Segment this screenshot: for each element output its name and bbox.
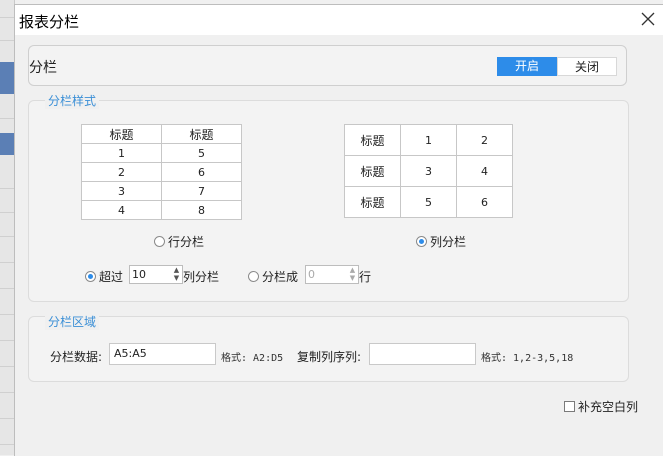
sheet-gridline	[0, 262, 14, 263]
enable-button[interactable]: 开启	[497, 57, 557, 76]
column-split-radio[interactable]: 列分栏	[416, 233, 466, 250]
table-cell: 2	[456, 124, 513, 156]
exceed-count-value: 10	[132, 268, 146, 281]
table-cell: 1	[400, 124, 457, 156]
table-row: 标题 3 4	[344, 155, 513, 187]
table-cell: 2	[81, 162, 162, 182]
column-area-title: 分栏区域	[45, 313, 100, 330]
exceed-count-stepper[interactable]: 10 ▲ ▼	[129, 265, 183, 284]
stepper-arrows-icon[interactable]: ▲ ▼	[347, 266, 358, 283]
stepper-arrows-icon[interactable]: ▲ ▼	[171, 266, 182, 283]
sheet-gridline	[0, 366, 14, 367]
exceed-radio[interactable]: 超过	[85, 268, 123, 285]
column-data-format-hint: 格式: A2:D5	[221, 353, 284, 364]
table-row: 1 5	[81, 143, 242, 163]
table-cell: 标题	[81, 124, 162, 144]
radio-dot	[154, 236, 165, 247]
table-cell: 3	[81, 181, 162, 201]
dialog-title: 报表分栏	[19, 13, 80, 31]
table-cell: 8	[161, 200, 242, 220]
table-cell: 1	[81, 143, 162, 163]
split-rows-stepper[interactable]: 0 ▲ ▼	[305, 265, 359, 284]
sheet-gridline	[0, 314, 14, 315]
radio-dot	[85, 271, 96, 282]
fill-empty-columns-label: 补充空白列	[578, 400, 639, 414]
column-split-preview: 标题 1 2 标题 3 4 标题 5 6	[344, 124, 513, 218]
toggle-section: 分栏 开启 关闭	[28, 45, 627, 86]
table-cell: 标题	[344, 186, 401, 218]
table-cell: 6	[161, 162, 242, 182]
table-row: 2 6	[81, 162, 242, 182]
split-into-radio[interactable]: 分栏成	[248, 268, 298, 285]
column-split-label: 分栏	[29, 60, 57, 76]
sheet-selected-band	[0, 133, 14, 155]
fill-empty-columns-checkbox[interactable]: 补充空白列	[564, 398, 638, 415]
checkbox-box	[564, 401, 575, 412]
table-cell: 3	[400, 155, 457, 187]
sheet-gridline	[0, 236, 14, 237]
column-data-input[interactable]: A5:A5	[109, 343, 216, 365]
table-row: 3 7	[81, 181, 242, 201]
table-cell: 5	[161, 143, 242, 163]
table-row: 4 8	[81, 200, 242, 220]
radio-dot	[416, 236, 427, 247]
sheet-gridline	[0, 444, 14, 445]
sheet-gridline	[0, 340, 14, 341]
table-cell: 标题	[344, 124, 401, 156]
sheet-gridline	[0, 212, 14, 213]
column-split-option-label: 列分栏	[430, 235, 467, 249]
sheet-selected-band	[0, 62, 14, 94]
table-cell: 4	[456, 155, 513, 187]
sheet-gridline	[0, 418, 14, 419]
table-cell: 标题	[344, 155, 401, 187]
background-sheet-strip	[0, 0, 15, 455]
split-into-label: 分栏成	[262, 270, 299, 284]
exceed-label: 超过	[99, 270, 124, 284]
copy-sequence-input[interactable]	[369, 343, 476, 365]
table-row: 标题 5 6	[344, 186, 513, 218]
table-row: 标题 1 2	[344, 124, 513, 156]
sheet-gridline	[0, 17, 14, 18]
split-suffix: 行	[359, 270, 372, 284]
table-cell: 6	[456, 186, 513, 218]
sheet-gridline	[0, 40, 14, 41]
table-cell: 7	[161, 181, 242, 201]
copy-sequence-format-hint: 格式: 1,2-3,5,18	[481, 353, 574, 364]
radio-dot	[248, 271, 259, 282]
row-split-preview: 标题 标题 1 5 2 6 3 7 4 8	[81, 124, 242, 220]
table-row: 标题 标题	[81, 124, 242, 144]
table-cell: 标题	[161, 124, 242, 144]
sheet-gridline	[0, 392, 14, 393]
row-split-label: 行分栏	[168, 235, 205, 249]
close-icon[interactable]	[638, 9, 658, 29]
disable-button[interactable]: 关闭	[557, 57, 617, 76]
sheet-gridline	[0, 118, 14, 119]
table-cell: 5	[400, 186, 457, 218]
table-cell: 4	[81, 200, 162, 220]
row-split-radio[interactable]: 行分栏	[154, 233, 204, 250]
column-data-label: 分栏数据:	[50, 350, 103, 364]
exceed-suffix: 列分栏	[183, 270, 220, 284]
sheet-gridline	[0, 288, 14, 289]
split-rows-value: 0	[308, 268, 315, 281]
column-style-title: 分栏样式	[45, 92, 100, 109]
dialog-titlebar: 报表分栏	[15, 5, 663, 35]
sheet-gridline	[0, 188, 14, 189]
copy-sequence-label: 复制列序列:	[297, 350, 362, 364]
